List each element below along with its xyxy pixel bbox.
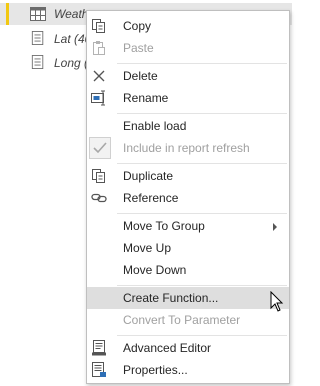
- menu-item-copy[interactable]: Copy: [87, 15, 289, 37]
- menu-label: Properties...: [123, 363, 188, 377]
- menu-item-rename[interactable]: Rename: [87, 87, 289, 109]
- menu-item-move-to-group[interactable]: Move To Group: [87, 215, 289, 237]
- menu-item-create-function[interactable]: Create Function...: [87, 287, 289, 309]
- menu-label: Move Down: [123, 263, 187, 277]
- checkmark-icon: [89, 137, 111, 159]
- menu-separator: [117, 285, 287, 286]
- menu-label: Copy: [123, 19, 152, 33]
- menu-label: Enable load: [123, 119, 187, 133]
- menu-label: Reference: [123, 191, 179, 205]
- menu-label: Delete: [123, 69, 158, 83]
- menu-item-enable-load[interactable]: Enable load: [87, 115, 289, 137]
- menu-separator: [117, 63, 287, 64]
- menu-item-reference[interactable]: Reference: [87, 187, 289, 209]
- submenu-arrow-icon: [273, 223, 277, 231]
- table-icon: [30, 7, 46, 21]
- menu-label: Duplicate: [123, 169, 174, 183]
- menu-item-convert-to-parameter: Convert To Parameter: [87, 309, 289, 331]
- menu-label: Move Up: [123, 241, 172, 255]
- menu-item-delete[interactable]: Delete: [87, 65, 289, 87]
- menu-item-duplicate[interactable]: Duplicate: [87, 165, 289, 187]
- parameter-icon: [31, 55, 44, 69]
- menu-item-move-down[interactable]: Move Down: [87, 259, 289, 281]
- mouse-cursor-icon: [270, 291, 284, 312]
- paste-icon: [93, 41, 105, 55]
- properties-icon: [92, 362, 106, 377]
- menu-item-advanced-editor[interactable]: Advanced Editor: [87, 337, 289, 359]
- menu-label: Rename: [123, 91, 169, 105]
- menu-separator: [117, 163, 287, 164]
- delete-icon: [93, 70, 105, 82]
- menu-separator: [117, 213, 287, 214]
- menu-label: Include in report refresh: [123, 141, 250, 155]
- menu-item-paste: Paste: [87, 37, 289, 59]
- menu-separator: [117, 335, 287, 336]
- duplicate-icon: [92, 169, 105, 183]
- menu-item-properties[interactable]: Properties...: [87, 359, 289, 381]
- menu-item-move-up[interactable]: Move Up: [87, 237, 289, 259]
- menu-label: Create Function...: [123, 291, 219, 305]
- menu-label: Paste: [123, 41, 154, 55]
- link-icon: [91, 193, 107, 203]
- context-menu: Copy Paste Delete Rename Enable load Inc…: [86, 10, 290, 384]
- menu-separator: [117, 113, 287, 114]
- menu-item-include-in-report-refresh: Include in report refresh: [87, 137, 289, 159]
- menu-label: Convert To Parameter: [123, 313, 241, 327]
- selection-indicator: [6, 3, 9, 25]
- query-label: Weath: [54, 7, 89, 21]
- menu-label: Move To Group: [123, 219, 205, 233]
- query-label: Long (: [54, 56, 89, 70]
- menu-label: Advanced Editor: [123, 341, 212, 355]
- parameter-icon: [31, 31, 44, 45]
- rename-icon: [91, 90, 105, 106]
- copy-icon: [92, 19, 105, 33]
- advanced-editor-icon: [92, 340, 106, 356]
